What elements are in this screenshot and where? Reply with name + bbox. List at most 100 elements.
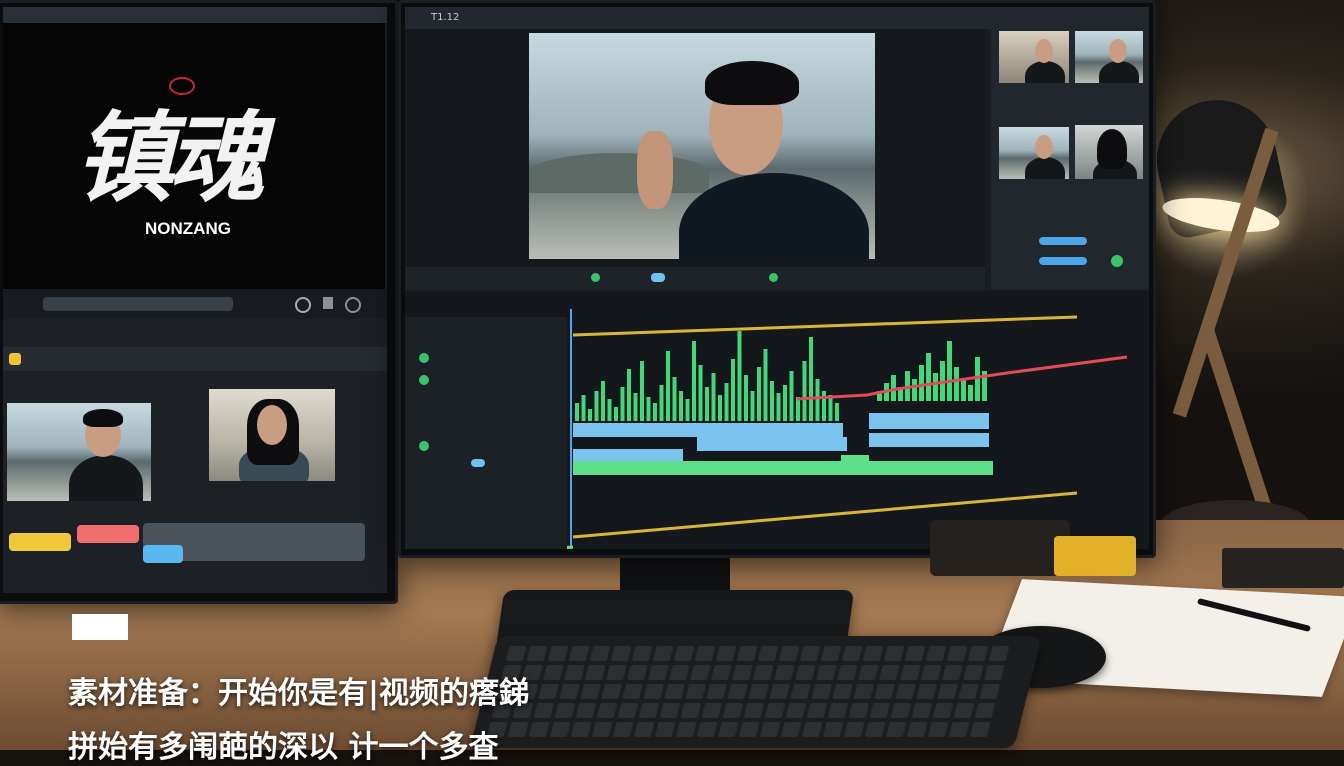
toolbar-label: T1.12 [431,12,460,23]
keyboard-key [925,646,947,661]
keyboard-key [974,703,996,718]
keyboard-key [675,722,697,737]
waveform-bar [594,391,599,421]
waveform-bar [653,403,657,421]
clip-blue-4 [697,437,847,451]
waveform-bar [954,367,959,401]
media-thumb-4[interactable] [1075,125,1143,179]
keyboard-key [549,722,571,737]
media-thumb-1[interactable] [999,31,1069,83]
red-seal-icon [169,77,195,95]
keyboard-key [904,646,926,661]
keyboard-key [911,703,933,718]
keyboard-key [505,646,527,661]
keyboard-key [801,722,823,737]
keyboard-key [815,665,837,680]
keyboard-key [622,684,643,699]
record-indicator-icon[interactable] [591,273,600,282]
viewer-marker[interactable] [651,273,665,282]
keyboard-key [862,646,884,661]
keyboard-key [727,684,748,699]
waveform-bar [672,377,677,421]
progress-fill [143,545,183,563]
level-toggle-icon[interactable] [1111,255,1123,267]
sync-icon[interactable] [769,273,778,282]
keyboard-key [748,684,769,699]
bin-thumbnail-1[interactable] [7,403,151,501]
keyboard-key [706,684,727,699]
left-search-field[interactable] [43,297,233,311]
keyboard-key [895,684,916,699]
keyboard-key [689,665,711,680]
level-slider-2[interactable] [1039,257,1087,265]
keyboard-key [563,665,585,680]
play-icon[interactable] [295,297,311,313]
track-toggle-icon-3[interactable] [419,441,429,451]
program-viewer [405,29,985,267]
waveform-bar [796,397,800,421]
audio-waveform [575,331,987,421]
keyboard-key [916,684,937,699]
media-thumb-3[interactable] [999,127,1069,179]
track-marker[interactable] [471,459,485,467]
keyboard-key [899,665,921,680]
waveform-bar [581,395,586,421]
refresh-icon[interactable] [345,297,361,313]
keyboard-key [526,646,548,661]
keyboard-key [559,684,580,699]
keyboard-key [538,684,559,699]
waveform-bar [961,379,966,401]
keyboard-key [570,722,592,737]
waveform-bar [828,395,833,421]
waveform-bar [912,379,917,401]
keyboard-key [596,703,618,718]
viewer-person-hand [637,131,673,209]
keyboard-key [584,665,606,680]
left-topbar [3,7,387,23]
settings-icon[interactable] [323,297,333,309]
viewer-person-hair [705,61,799,105]
waveform-bar [809,337,813,421]
red-button[interactable] [77,525,139,543]
keyboard-key [694,646,716,661]
keyboard-key [843,722,865,737]
keyboard-key [542,665,564,680]
keyboard-key [941,665,963,680]
keyboard-key [962,665,984,680]
track-toggle-icon-1[interactable] [419,353,429,363]
keyboard-key [883,646,905,661]
media-thumb-2[interactable] [1075,31,1143,83]
keyboard-key [647,665,669,680]
keyboard-key [638,703,660,718]
keyboard-key [757,646,779,661]
keyboard-key [874,684,895,699]
clip-green-1 [573,461,993,475]
waveform-bar [640,361,644,421]
yellow-guide-line [572,315,1078,337]
keyboard-key [664,684,685,699]
waveform-bar [737,331,742,421]
viewer-frame [529,33,875,259]
desk-device [930,520,1070,576]
book-stack [1222,548,1344,588]
clip-blue-1 [573,423,843,437]
keyboard-key [601,684,622,699]
keyboard-key [643,684,664,699]
keyboard-key [722,703,744,718]
left-monitor: 镇魂 NONZANG [0,0,398,604]
track-toggle-icon-2[interactable] [419,375,429,385]
keyboard-key [652,646,674,661]
keyboard [470,636,1042,748]
keyboard-key [799,646,821,661]
keyboard-key [617,703,639,718]
bin-thumbnail-2[interactable] [209,389,335,481]
keyboard-key [853,684,874,699]
folder-icon[interactable] [9,353,21,365]
keyboard-key [927,722,949,737]
viewer-transport-bar [405,267,985,289]
keyboard-key [696,722,718,737]
level-slider-1[interactable] [1039,237,1087,245]
left-controls-bar [3,289,387,319]
caption-marker [72,614,128,640]
yellow-button[interactable] [9,533,71,551]
